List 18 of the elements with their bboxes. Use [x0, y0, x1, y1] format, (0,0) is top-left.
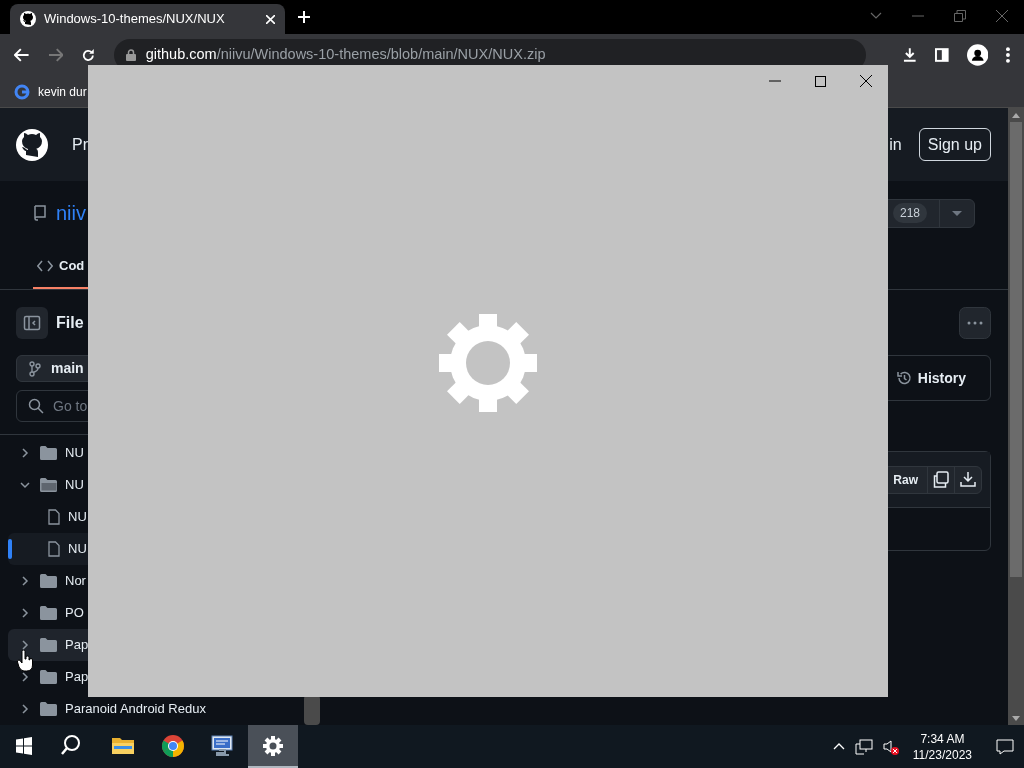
tree-item[interactable]: NU: [8, 469, 294, 501]
sign-up-button[interactable]: Sign up: [918, 128, 991, 161]
star-count: 218: [892, 203, 927, 223]
tree-item[interactable]: NU: [8, 501, 294, 533]
tree-item[interactable]: Pap: [8, 661, 294, 693]
bookmark[interactable]: kevin dur: [14, 82, 87, 101]
panel-title: File: [56, 313, 84, 333]
clock[interactable]: 7:34 AM 11/23/2023: [908, 730, 976, 763]
sign-in-link[interactable]: in: [889, 132, 902, 157]
tree-item[interactable]: NU: [8, 437, 294, 469]
browser-tab[interactable]: Windows-10-themes/NUX/NUX: [10, 4, 285, 34]
tree-item[interactable]: PO: [8, 597, 294, 629]
url-text: github.com/niivu/Windows-10-themes/blob/main/NUX/NUX.zip: [145, 45, 547, 65]
nav-link[interactable]: Pr: [72, 132, 88, 157]
tree-item[interactable]: Nor: [8, 565, 294, 597]
tree-item[interactable]: Paranoid Android Redux: [8, 693, 294, 725]
tab-title: Windows-10-themes/NUX/NUX: [44, 10, 226, 29]
repo-name-link[interactable]: niiv: [56, 198, 86, 228]
